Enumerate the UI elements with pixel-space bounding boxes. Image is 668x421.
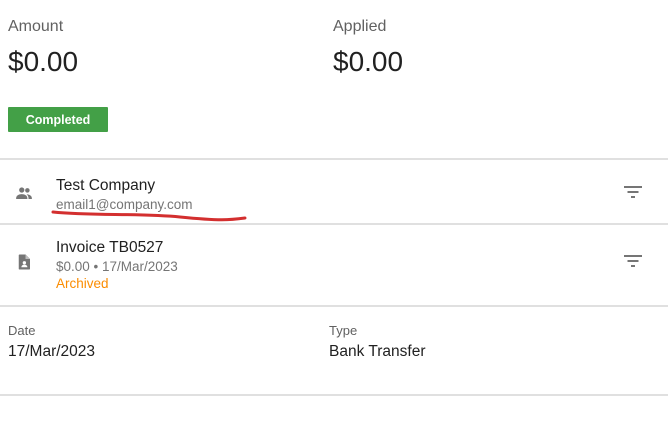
- document-icon: [15, 253, 33, 271]
- invoice-meta: $0.00 • 17/Mar/2023: [56, 259, 178, 274]
- applied-block: Applied $0.00: [333, 18, 403, 78]
- filter-icon[interactable]: [623, 253, 643, 269]
- invoice-status: Archived: [56, 276, 109, 291]
- invoice-row[interactable]: Invoice TB0527 $0.00 • 17/Mar/2023 Archi…: [0, 225, 668, 305]
- date-value: 17/Mar/2023: [8, 343, 96, 360]
- people-icon: [15, 184, 33, 202]
- red-underline-annotation: [51, 210, 247, 222]
- contact-name: Test Company: [56, 177, 156, 194]
- invoice-text: Invoice TB0527 $0.00 • 17/Mar/2023 Archi…: [56, 239, 178, 291]
- date-label: Date: [8, 323, 36, 338]
- details-section: Date 17/Mar/2023 Type Bank Transfer: [0, 306, 668, 394]
- contact-text: Test Company email1@company.com: [56, 177, 193, 212]
- amount-label: Amount: [8, 18, 64, 35]
- payment-summary: Amount $0.00 Applied $0.00 Completed: [0, 0, 668, 158]
- date-field: Date 17/Mar/2023: [8, 323, 95, 361]
- applied-value: $0.00: [333, 46, 404, 77]
- type-value: Bank Transfer: [329, 343, 426, 360]
- amount-value: $0.00: [8, 46, 79, 77]
- divider: [0, 394, 668, 396]
- amount-block: Amount $0.00: [8, 18, 78, 78]
- filter-icon[interactable]: [623, 184, 643, 200]
- type-field: Type Bank Transfer: [329, 323, 426, 361]
- invoice-title: Invoice TB0527: [56, 239, 164, 256]
- status-badge: Completed: [8, 107, 108, 132]
- applied-label: Applied: [333, 18, 387, 35]
- type-label: Type: [329, 323, 358, 338]
